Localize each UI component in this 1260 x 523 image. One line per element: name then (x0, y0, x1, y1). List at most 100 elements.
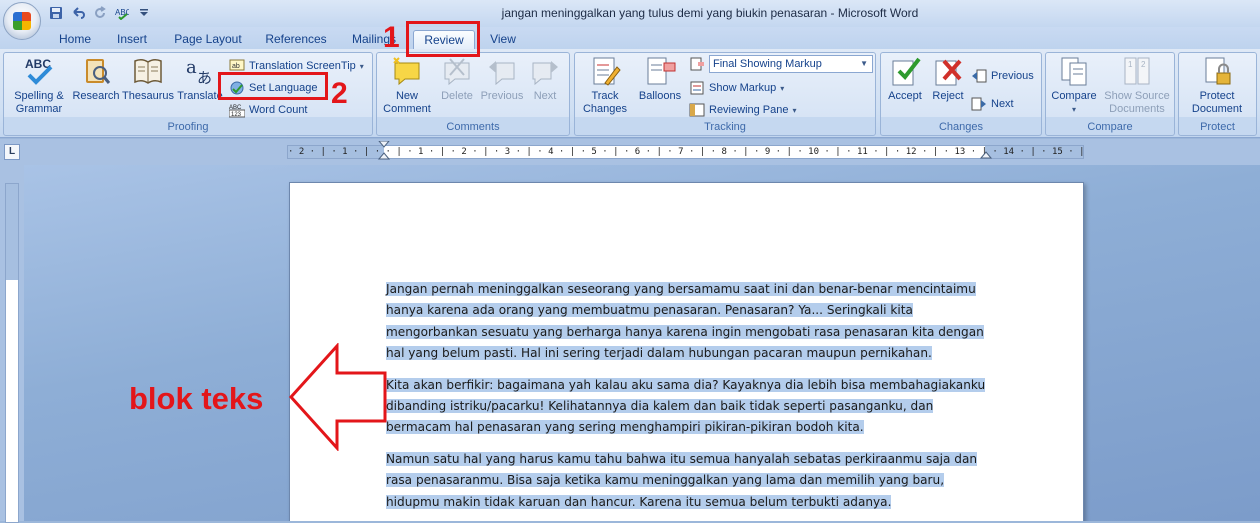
tab-selector[interactable]: L (4, 144, 20, 160)
markup-view-icon (689, 56, 705, 72)
dropdown-arrow-icon: ▾ (792, 105, 797, 115)
next-change-icon (971, 96, 987, 112)
ruler-row: L · 2 · | · 1 · | · · | · 1 · | · 2 · | … (0, 139, 1260, 165)
lock-document-icon (1201, 55, 1233, 87)
reject-button[interactable]: Reject (927, 55, 969, 103)
track-changes-label: Track Changes (582, 90, 628, 115)
ruler-ticks: · 2 · | · 1 · | · · | · 1 · | · 2 · | · … (288, 147, 1083, 157)
research-book-icon (80, 55, 112, 87)
right-indent-marker-icon[interactable] (980, 150, 992, 160)
document-page[interactable]: Jangan pernah meninggalkan seseorang yan… (289, 182, 1084, 521)
translate-button[interactable]: aあ Translate (176, 55, 224, 103)
set-language-highlight (218, 72, 328, 100)
group-changes-label: Changes (938, 121, 984, 133)
tab-home[interactable]: Home (52, 30, 98, 49)
balloons-button[interactable]: Balloons (635, 55, 685, 103)
thesaurus-label: Thesaurus (122, 90, 174, 102)
group-comments: New Comment Delete Previous Next Comment… (376, 52, 570, 136)
vertical-ruler-bar (5, 183, 19, 523)
tab-page-layout[interactable]: Page Layout (168, 30, 248, 49)
thesaurus-book-icon (132, 55, 164, 87)
word-count-icon: ABC 123 (228, 102, 246, 118)
protect-document-button[interactable]: Protect Document (1181, 55, 1253, 116)
new-comment-label: New Comment (383, 90, 431, 115)
tab-view[interactable]: View (482, 30, 524, 49)
group-proofing-label: Proofing (167, 121, 209, 133)
group-changes: Accept Reject Previous Next Changes (880, 52, 1042, 136)
spelling-grammar-label: Spelling & Grammar (14, 90, 64, 115)
reviewing-pane-icon (689, 102, 705, 118)
document-workspace: Jangan pernah meninggalkan seseorang yan… (24, 165, 1260, 521)
delete-comment-button[interactable]: Delete (435, 55, 479, 103)
track-changes-icon (589, 55, 621, 87)
tab-references[interactable]: References (258, 30, 334, 49)
show-source-documents-icon: 12 (1121, 55, 1153, 87)
paragraph[interactable]: Namun satu hal yang harus kamu tahu bahw… (386, 449, 996, 513)
paragraph[interactable]: Kita akan berfikir: bagaimana yah kalau … (386, 375, 996, 439)
group-compare: Compare ▾ 12 Show Source Documents Compar… (1045, 52, 1175, 136)
word-count-label: Word Count (249, 104, 308, 116)
word-count-button[interactable]: ABC 123 Word Count (228, 101, 308, 119)
vertical-ruler[interactable] (0, 165, 24, 523)
office-logo-icon (13, 12, 31, 30)
svg-text:ab: ab (232, 63, 240, 70)
markup-view-dropdown[interactable]: Final Showing Markup ▼ (709, 55, 873, 73)
show-markup-label: Show Markup (709, 82, 777, 94)
show-markup-button[interactable]: Show Markup ▾ (689, 79, 784, 97)
document-body[interactable]: Jangan pernah meninggalkan seseorang yan… (386, 279, 996, 517)
translate-icon: aあ (184, 55, 216, 87)
dropdown-arrow-icon: ▼ (860, 59, 868, 68)
thesaurus-button[interactable]: Thesaurus (120, 55, 176, 103)
svg-text:a: a (186, 57, 197, 78)
markup-view-select[interactable]: Final Showing Markup ▼ (689, 55, 873, 73)
selected-text[interactable]: Namun satu hal yang harus kamu tahu bahw… (386, 451, 978, 509)
show-source-documents-button[interactable]: 12 Show Source Documents (1100, 55, 1174, 116)
tab-insert[interactable]: Insert (108, 30, 156, 49)
svg-text:123: 123 (231, 112, 242, 118)
reviewing-pane-button[interactable]: Reviewing Pane ▾ (689, 101, 797, 119)
step-2-number: 2 (331, 77, 348, 110)
protect-document-label: Protect Document (1191, 90, 1243, 115)
dropdown-arrow-icon: ▾ (1071, 105, 1076, 114)
compare-button[interactable]: Compare ▾ (1048, 55, 1100, 116)
ribbon-tabs: Home Insert Page Layout References Maili… (0, 27, 1260, 49)
group-tracking: Track Changes Balloons Final Showing Mar… (574, 52, 876, 136)
delete-comment-icon (441, 55, 473, 87)
paragraph[interactable]: Jangan pernah meninggalkan seseorang yan… (386, 279, 996, 365)
indent-marker-icon[interactable] (378, 141, 390, 165)
window-title: jangan meninggalkan yang tulus demi yang… (501, 6, 919, 20)
horizontal-ruler[interactable]: · 2 · | · 1 · | · · | · 1 · | · 2 · | · … (287, 141, 1084, 160)
selected-text[interactable]: Kita akan berfikir: bagaimana yah kalau … (386, 377, 986, 435)
svg-text:あ: あ (197, 69, 212, 87)
svg-text:2: 2 (1141, 60, 1146, 69)
spelling-check-icon: ABC (23, 55, 55, 87)
next-comment-label: Next (533, 90, 557, 102)
translate-label: Translate (177, 90, 223, 102)
reject-label: Reject (932, 90, 964, 102)
track-changes-button[interactable]: Track Changes (577, 55, 633, 116)
previous-change-label: Previous (991, 70, 1034, 82)
group-comments-label: Comments (446, 121, 500, 133)
spelling-grammar-button[interactable]: ABC Spelling & Grammar (8, 55, 70, 116)
compare-icon (1058, 55, 1090, 87)
next-comment-button[interactable]: Next (525, 55, 565, 103)
show-source-documents-label: Show Source Documents (1104, 90, 1170, 115)
next-change-button[interactable]: Next (971, 95, 1014, 113)
previous-change-button[interactable]: Previous (971, 67, 1034, 85)
translation-screentip-label: Translation ScreenTip (249, 60, 356, 72)
accept-button[interactable]: Accept (883, 55, 927, 103)
balloons-label: Balloons (638, 90, 682, 102)
research-label: Research (72, 90, 120, 102)
delete-comment-label: Delete (441, 90, 473, 102)
selected-text[interactable]: Jangan pernah meninggalkan seseorang yan… (386, 282, 984, 361)
review-tab-highlight (406, 21, 480, 57)
previous-comment-label: Previous (480, 90, 524, 102)
new-comment-button[interactable]: New Comment (381, 55, 433, 116)
group-tracking-label: Tracking (704, 121, 746, 133)
svg-text:1: 1 (1128, 60, 1133, 69)
dropdown-arrow-icon: ▾ (780, 83, 785, 93)
research-button[interactable]: Research (70, 55, 122, 103)
balloons-icon (644, 55, 676, 87)
office-button[interactable] (3, 2, 41, 40)
previous-comment-button[interactable]: Previous (479, 55, 525, 103)
